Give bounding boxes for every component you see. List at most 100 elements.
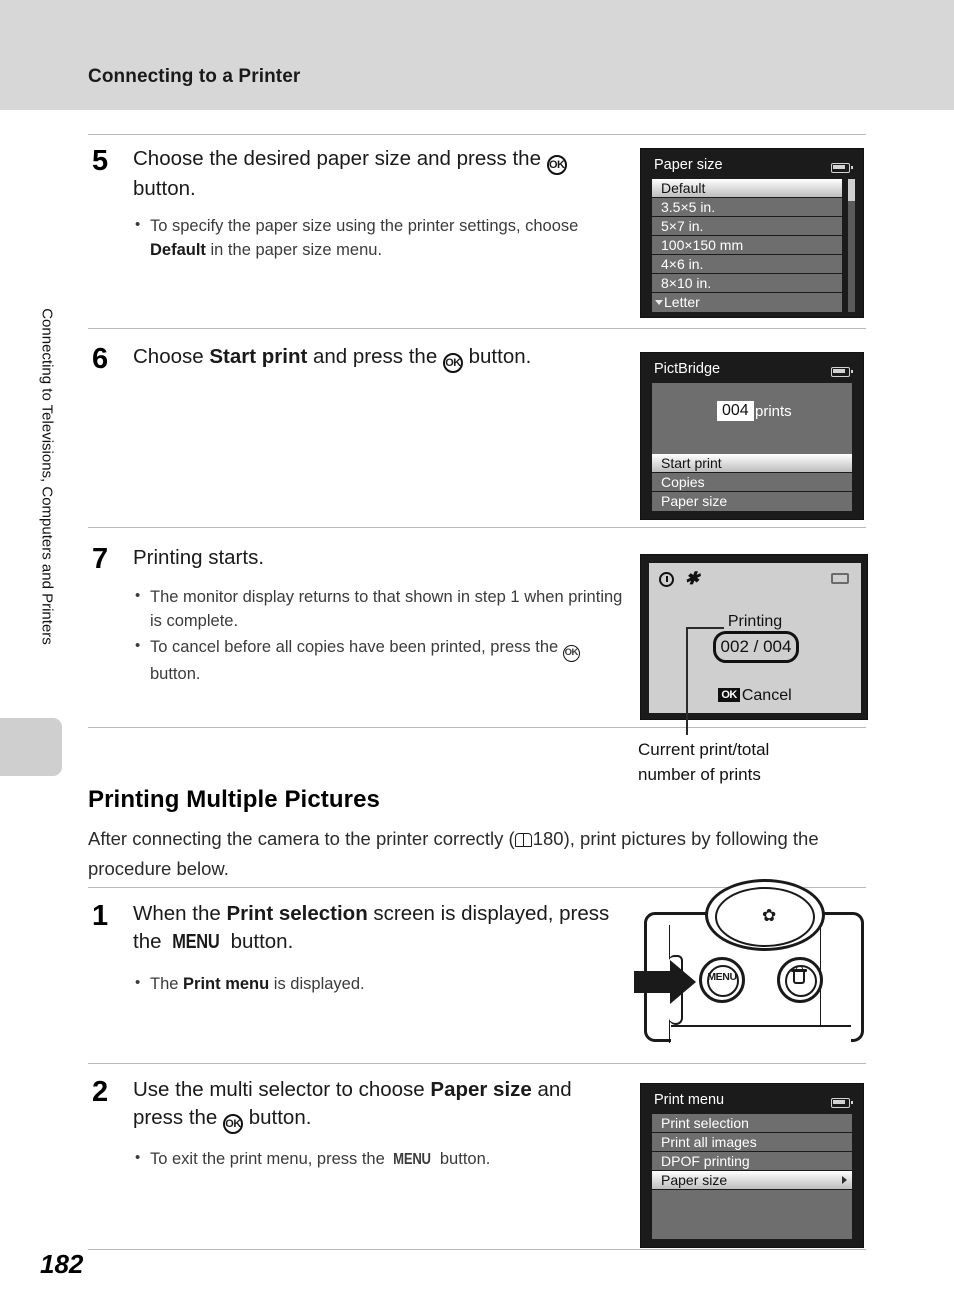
menu-item-paper-size[interactable]: Paper size [652,1171,852,1190]
menu-item-print-all-images[interactable]: Print all images [652,1133,852,1152]
menu-button-icon: MENU [172,931,220,953]
bullet-post: in the paper size menu. [205,241,383,259]
list-item: The Print menu is displayed. [133,971,603,996]
arrow-right-icon [670,960,696,1004]
screen-paper-size: Paper size Default 3.5×5 in. 5×7 in. 100… [640,148,864,318]
bullet-pre: The [150,975,184,993]
menu-item-paper-size-label: Paper size [661,1172,728,1188]
arrow-right-icon-shaft [634,971,672,993]
divider-bottom [88,1249,866,1250]
menu-item-start-print[interactable]: Start print [652,454,852,473]
menu-button[interactable]: MENU [699,957,745,1003]
section-step-2-bullets: To exit the print menu, press the MENU b… [133,1145,603,1172]
step-5-number: 5 [92,145,109,177]
s1-t3: button. [224,930,294,953]
section-intro: After connecting the camera to the print… [88,824,866,884]
bullet-post: is displayed. [269,975,365,993]
callout-line-1: Current print/total [638,740,770,759]
divider-step6 [88,527,866,528]
menu-button-icon: MENU [393,1151,432,1168]
callout-text: Current print/total number of prints [638,737,868,787]
section-step-1-bullets: The Print menu is displayed. [133,970,603,996]
screen-print-menu: Print menu Print selection Print all ima… [640,1083,864,1248]
pictbridge-list: Start print Copies Paper size [652,454,852,511]
book-icon [514,833,532,847]
cancel-label: Cancel [741,687,792,704]
delete-button[interactable] [777,957,823,1003]
s1-strong: Print selection [226,902,368,925]
bullet-pre: The monitor display returns to that show… [150,588,623,630]
cancel-action[interactable]: OK Cancel [649,687,861,705]
ok-button-icon: OK [223,1114,244,1134]
step-6-text: Choose Start print and press the OK butt… [133,343,623,373]
caret-down-icon [655,300,663,305]
step-6-number: 6 [92,343,109,375]
list-item: To exit the print menu, press the MENU b… [133,1146,603,1172]
section-step-2-number: 2 [92,1076,109,1108]
s2-strong: Paper size [430,1078,532,1101]
step-6-text-after: button. [462,345,532,368]
printing-status-icons: ✱ [659,569,702,589]
callout-leader-vertical [686,627,688,735]
battery-icon [831,163,853,173]
menu-item-3_5x5[interactable]: 3.5×5 in. [652,198,842,217]
clock-icon [659,571,674,587]
divider-step5 [88,328,866,329]
camera-illustration: ✿ MENU [634,879,884,1053]
step-7-bullets: The monitor display returns to that show… [133,583,623,686]
macro-flower-icon: ✿ [762,906,777,925]
menu-item-default[interactable]: Default [652,179,842,198]
intro-page-ref: 180 [532,828,564,849]
print-count-label: prints [755,403,792,420]
page-number: 182 [40,1249,84,1279]
menu-item-8x10[interactable]: 8×10 in. [652,274,842,293]
step-7-number: 7 [92,543,109,575]
battery-icon [831,573,849,584]
list-item: To cancel before all copies have been pr… [133,634,623,686]
s2-t1: Use the multi selector to choose [133,1078,431,1101]
step-5-text-before: Choose the desired paper size and press … [133,147,547,170]
menu-item-letter-label: Letter [664,294,700,310]
bullet-post: button. [150,664,201,683]
ok-button-icon: OK [442,353,463,373]
menu-item-dpof-printing[interactable]: DPOF printing [652,1152,852,1171]
step-7-title: Printing starts. [133,546,265,569]
menu-item-letter[interactable]: Letter [652,293,842,312]
screen-title: Paper size [654,157,723,173]
s1-t1: When the [133,902,227,925]
manual-page: Connecting to a Printer Connecting to Te… [0,0,954,1314]
screen-title: Print menu [654,1092,725,1108]
print-count-value: 004 [717,401,754,421]
screen-title: PictBridge [654,361,721,377]
trash-can [793,972,805,984]
bullet-strong: Print menu [183,975,270,993]
menu-item-copies[interactable]: Copies [652,473,852,492]
bullet-post: button. [435,1150,491,1168]
menu-item-paper-size[interactable]: Paper size [652,492,852,511]
divider-top [88,134,866,135]
step-5-text: Choose the desired paper size and press … [133,145,603,203]
caret-right-icon [842,1176,847,1184]
section-step-1-text: When the Print selection screen is displ… [133,900,613,956]
page-header-band [0,0,954,110]
menu-item-4x6[interactable]: 4×6 in. [652,255,842,274]
list-item: The monitor display returns to that show… [133,584,623,633]
side-tab-label: Connecting to Televisions, Computers and… [38,308,56,645]
menu-item-print-selection[interactable]: Print selection [652,1114,852,1133]
ok-button-icon: OK [546,155,567,175]
scrollbar-thumb[interactable] [848,179,855,201]
step-6-text-before: Choose [133,345,210,368]
s2-t3: button. [243,1106,312,1129]
section-heading: Printing Multiple Pictures [88,786,380,813]
menu-item-100x150[interactable]: 100×150 mm [652,236,842,255]
battery-icon [831,1098,853,1108]
camera-bottom-edge [671,1025,851,1048]
step-5-text-after: button. [133,177,196,200]
print-progress-box: 002 / 004 [713,631,799,663]
menu-item-5x7[interactable]: 5×7 in. [652,217,842,236]
step-6-text-mid: and press the [307,345,443,368]
battery-icon [831,367,853,377]
camera-shake-icon: ✱ [684,569,702,588]
printing-label: Printing [727,613,783,630]
bullet-strong: Default [150,241,206,259]
